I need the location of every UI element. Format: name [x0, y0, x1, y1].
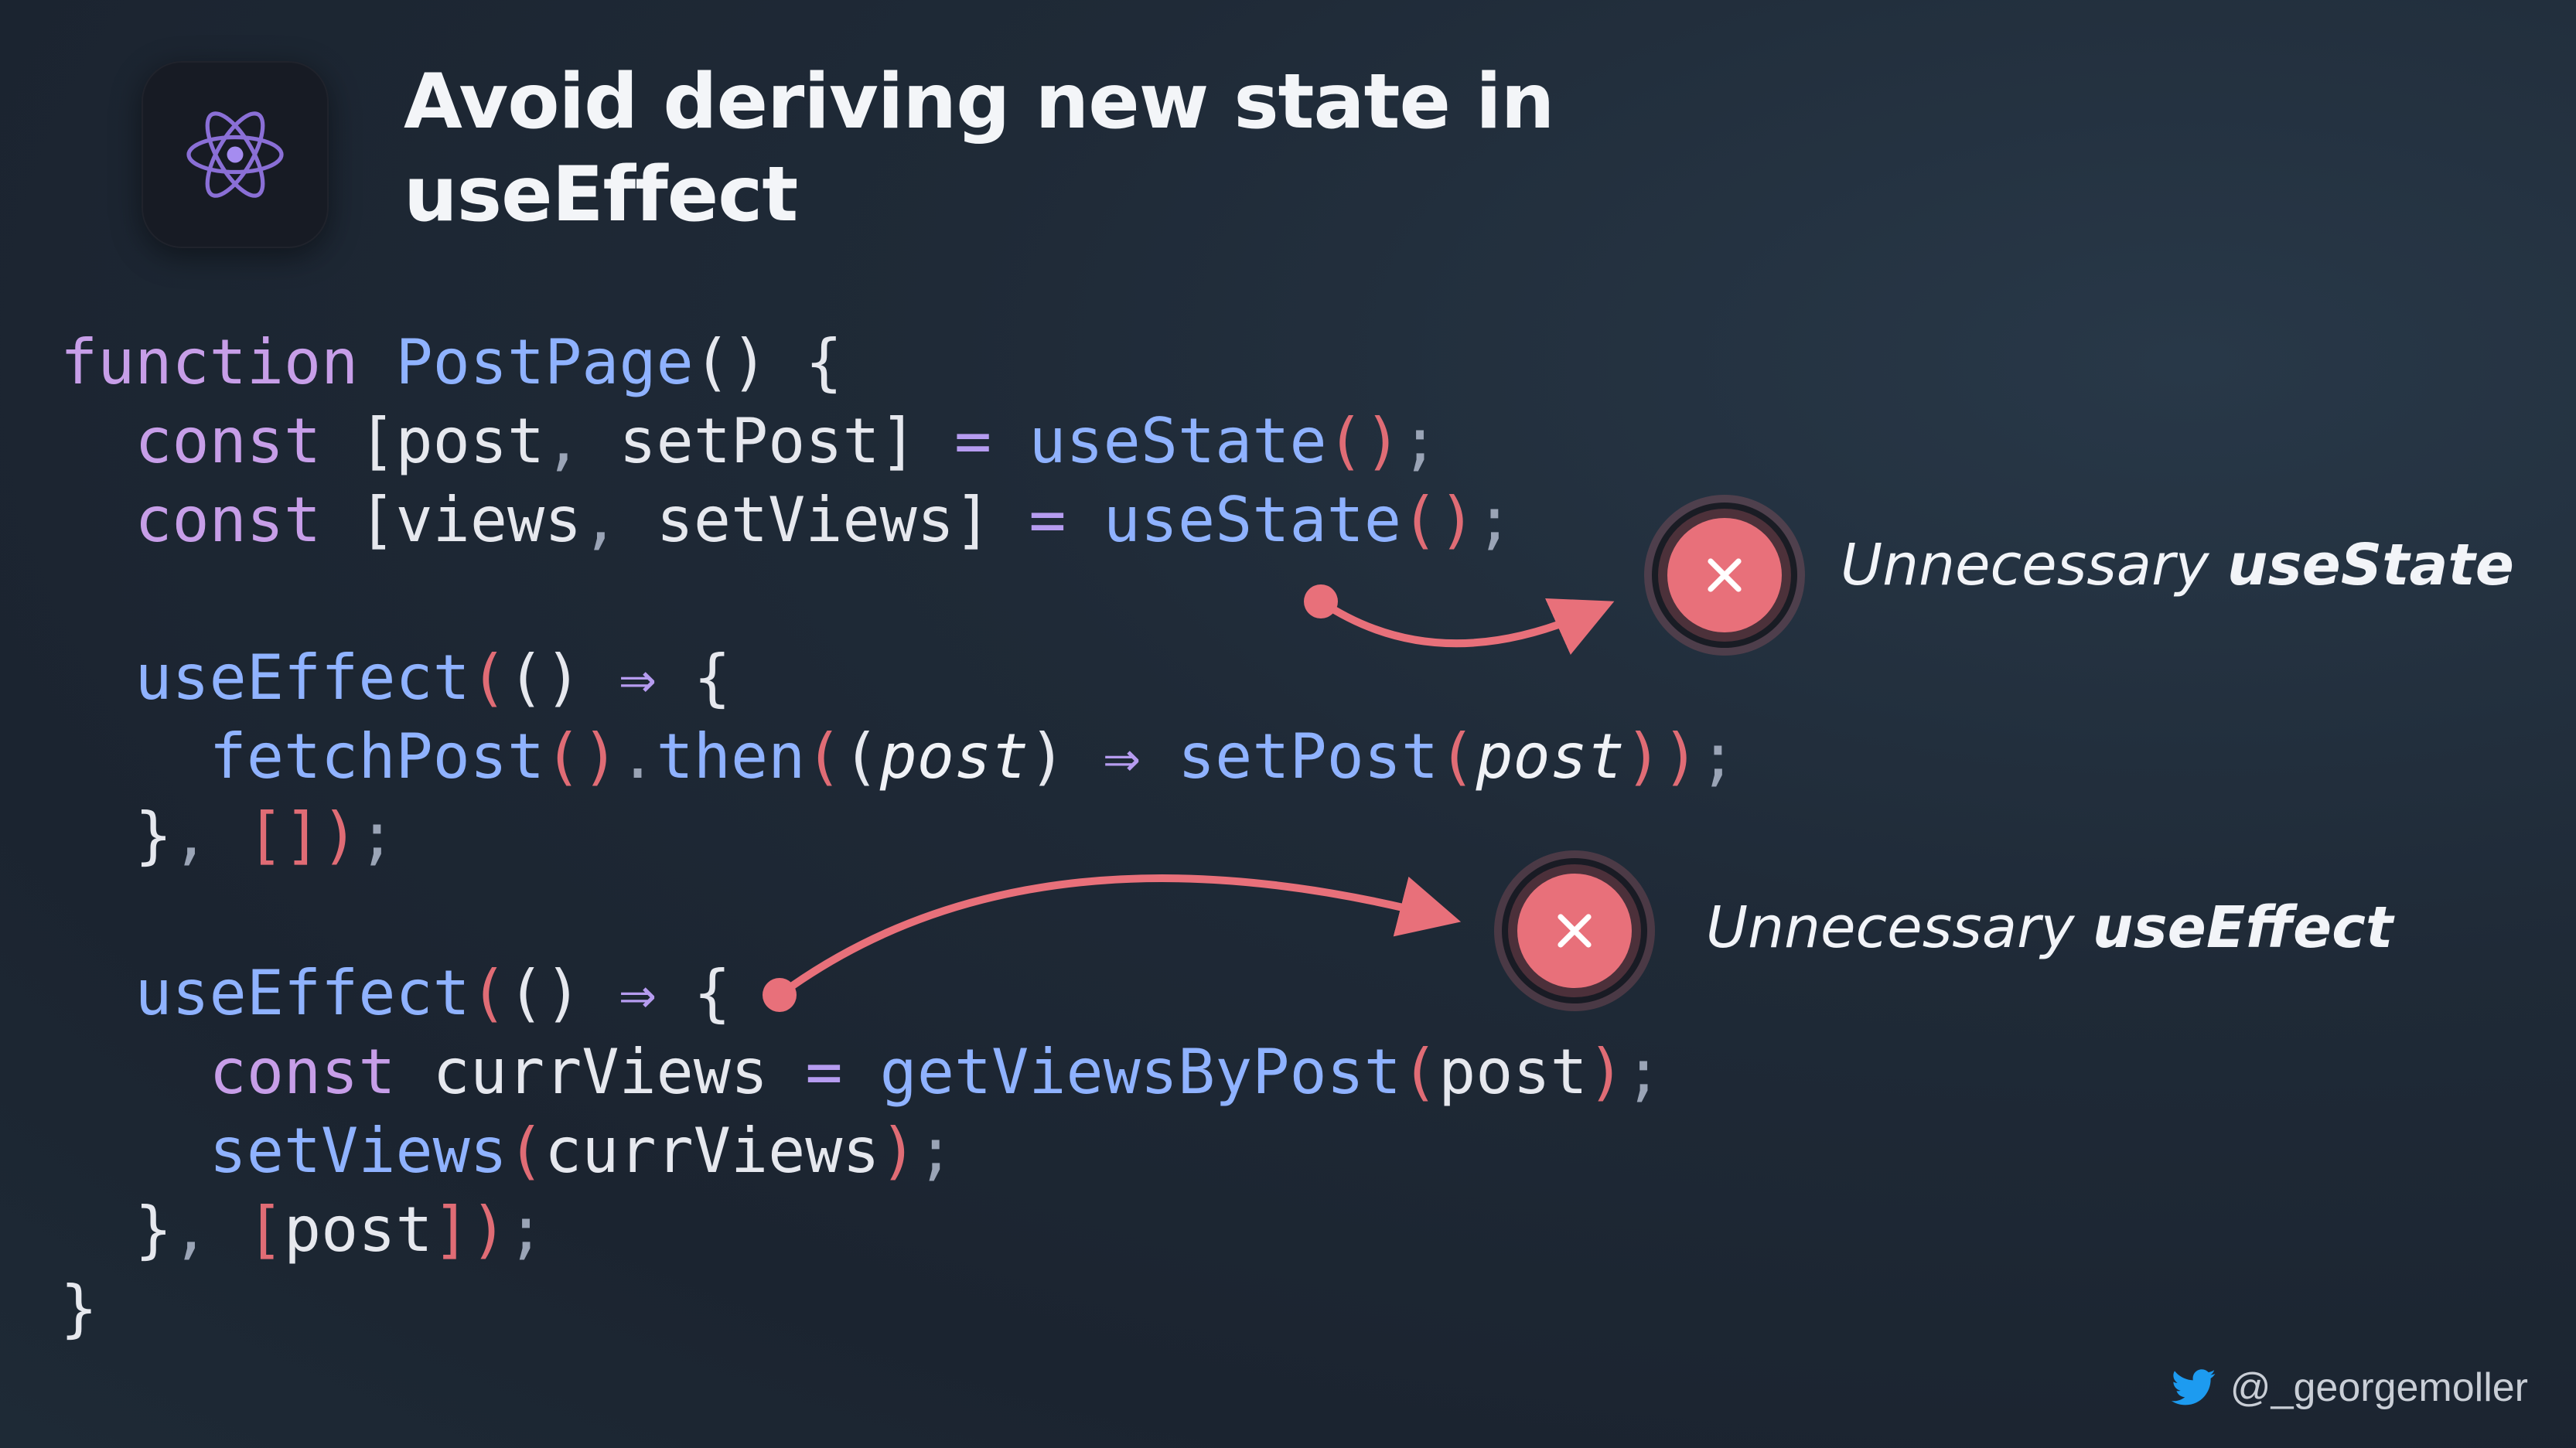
- annotation-arrows: [763, 584, 1615, 1012]
- close-icon: [1517, 874, 1632, 988]
- author-handle[interactable]: @_georgemoller: [2171, 1365, 2528, 1411]
- annotation-prefix: Unnecessary: [1841, 532, 2209, 598]
- annotation-usestate: Unnecessary useState: [1841, 532, 2514, 598]
- annotation-useeffect: Unnecessary useEffect: [1706, 894, 2393, 961]
- annotation-emphasis: useEffect: [2092, 894, 2393, 961]
- annotation-emphasis: useState: [2226, 532, 2514, 598]
- twitter-bird-icon: [2171, 1369, 2216, 1405]
- arrow-to-usestate: [1304, 584, 1615, 655]
- handle-text: @_georgemoller: [2230, 1365, 2528, 1410]
- annotation-prefix: Unnecessary: [1706, 894, 2075, 961]
- arrow-to-useeffect: [763, 874, 1462, 1012]
- close-icon: [1667, 518, 1782, 632]
